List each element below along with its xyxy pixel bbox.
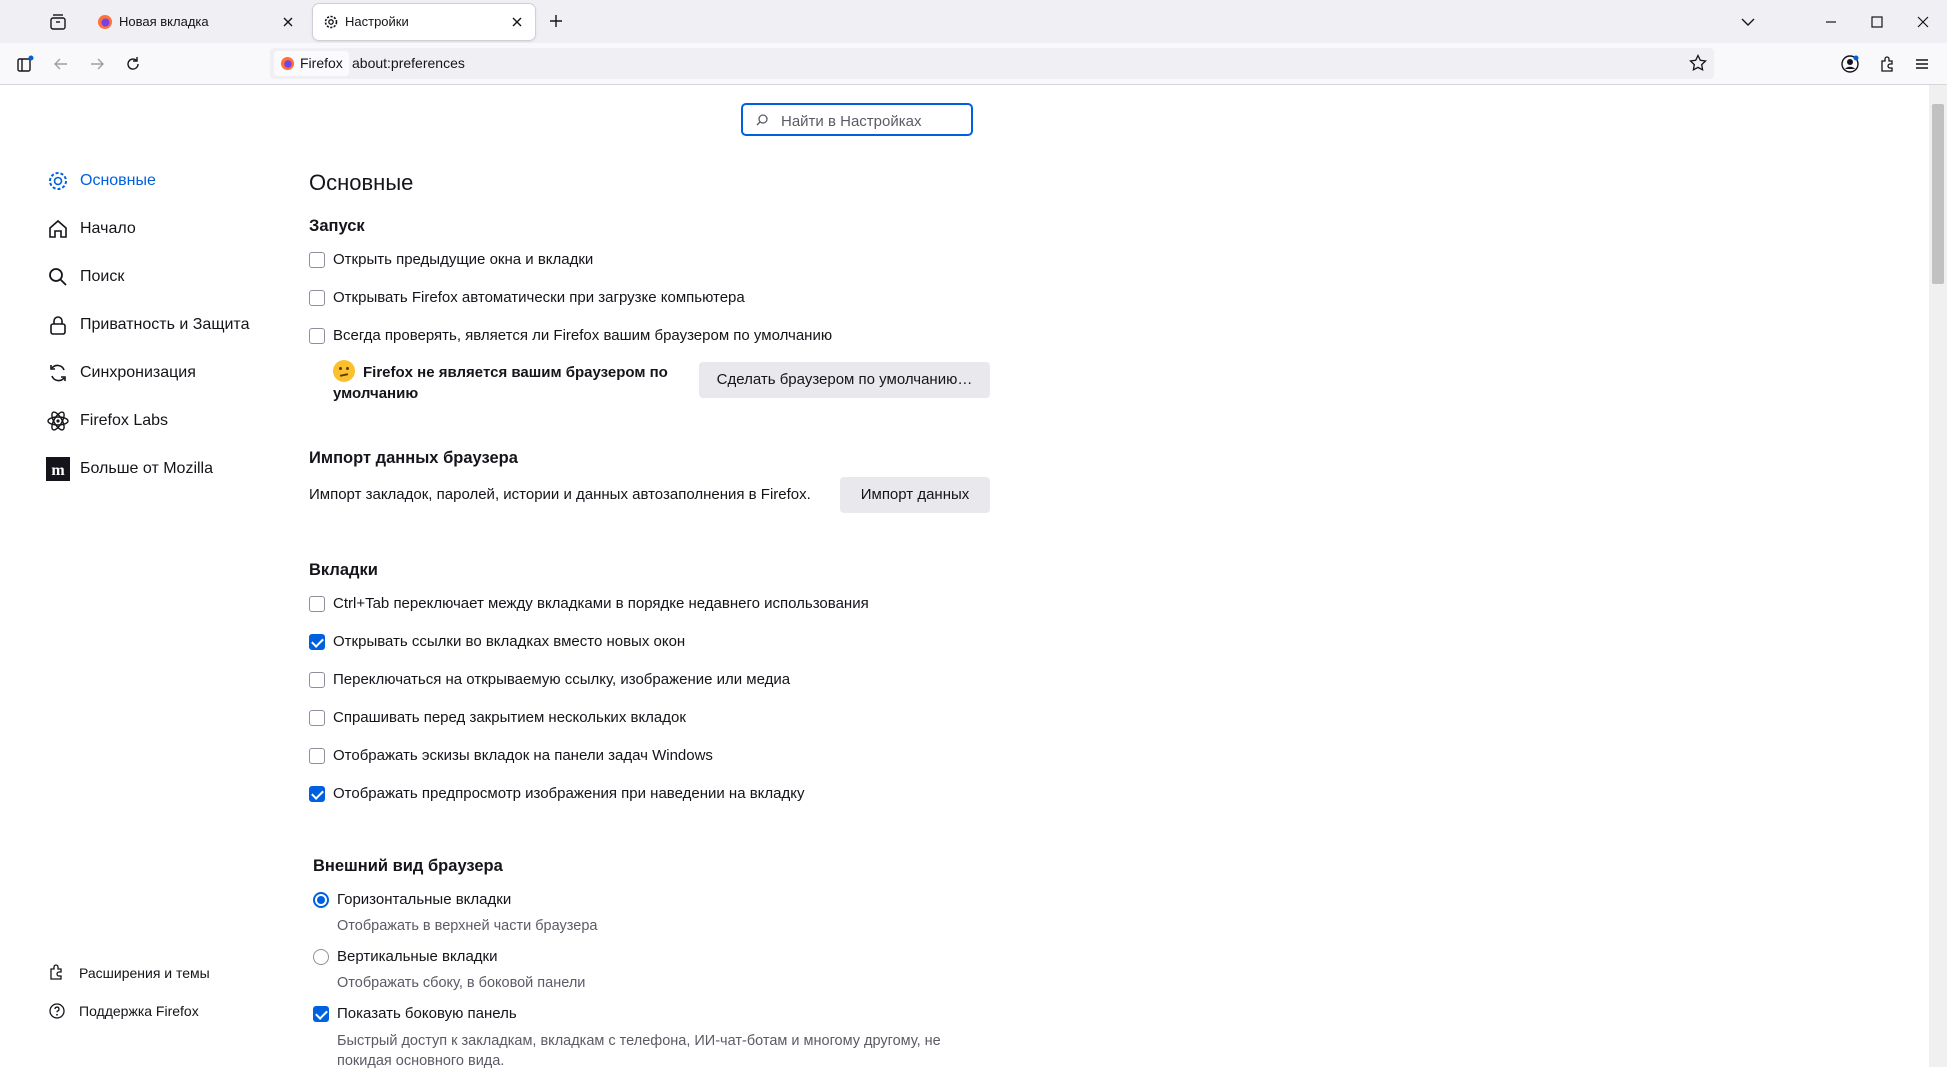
radio-button[interactable] xyxy=(313,949,329,965)
chevron-down-icon[interactable] xyxy=(1737,11,1759,33)
scrollbar-thumb[interactable] xyxy=(1932,104,1944,284)
checkbox-label: Показать боковую панель xyxy=(337,1005,517,1022)
checkbox[interactable] xyxy=(309,328,325,344)
import-description: Импорт закладок, паролей, истории и данн… xyxy=(309,486,811,503)
sidebar-item-labs[interactable]: Firefox Labs xyxy=(46,405,266,437)
sidebar-item-label: Firefox Labs xyxy=(80,412,169,429)
sidebar-item-home[interactable]: Начало xyxy=(46,213,266,245)
settings-search[interactable] xyxy=(741,103,973,136)
sidebar-item-label: Приватность и Защита xyxy=(80,316,250,333)
sidebar-link-support[interactable]: Поддержка Firefox xyxy=(46,999,266,1023)
checkbox[interactable] xyxy=(309,786,325,802)
search-icon xyxy=(756,114,768,126)
checkbox-label: Отображать эскизы вкладок на панели зада… xyxy=(333,747,713,764)
checkbox-label: Открыть предыдущие окна и вкладки xyxy=(333,251,594,268)
sidebar-item-label: Синхронизация xyxy=(80,364,196,381)
svg-text:m: m xyxy=(51,462,65,479)
not-default-message: Firefox не является вашим браузером по у… xyxy=(333,360,693,404)
new-tab-icon[interactable] xyxy=(546,11,566,31)
show-sidebar-description: Быстрый доступ к закладкам, вкладкам с т… xyxy=(337,1033,941,1069)
checkbox-label: Переключаться на открываемую ссылку, изо… xyxy=(333,671,791,688)
checkbox-label: Спрашивать перед закрытием нескольких вк… xyxy=(333,709,686,726)
identity-box[interactable]: Firefox xyxy=(274,51,349,76)
reload-icon[interactable] xyxy=(122,53,144,75)
checkbox[interactable] xyxy=(309,252,325,268)
sidebar-item-label: Больше от Mozilla xyxy=(80,460,214,477)
menu-icon[interactable] xyxy=(1911,53,1933,75)
identity-label: Firefox xyxy=(300,55,343,71)
window-close-icon[interactable] xyxy=(1912,11,1934,33)
tab-strip: Новая вкладка Настройки xyxy=(0,0,1947,43)
forward-icon[interactable] xyxy=(86,53,108,75)
lock-icon xyxy=(50,316,66,335)
checkbox[interactable] xyxy=(309,672,325,688)
checkbox-label: Открывать ссылки во вкладках вместо новы… xyxy=(333,633,686,650)
import-data-button[interactable]: Импорт данных xyxy=(840,477,990,513)
appearance-heading: Внешний вид браузера xyxy=(313,857,503,875)
radio-button[interactable] xyxy=(313,892,329,908)
checkbox-label: Всегда проверять, является ли Firefox ва… xyxy=(333,327,833,344)
extensions-icon xyxy=(50,964,62,980)
import-heading: Импорт данных браузера xyxy=(309,449,518,467)
tab-label: Настройки xyxy=(345,14,409,29)
tab-new-tab[interactable]: Новая вкладка xyxy=(87,4,306,40)
close-icon[interactable] xyxy=(507,12,527,32)
checkbox[interactable] xyxy=(309,634,325,650)
confused-face-icon xyxy=(333,360,355,382)
sidebar-item-general[interactable]: Основные xyxy=(46,165,266,197)
search-icon xyxy=(49,268,67,286)
sidebar-item-label: Начало xyxy=(80,220,136,237)
search-input[interactable] xyxy=(779,109,963,133)
checkbox[interactable] xyxy=(309,596,325,612)
tab-list-icon[interactable] xyxy=(48,12,68,32)
help-icon xyxy=(49,1003,65,1019)
checkbox-label: Ctrl+Tab переключает между вкладками в п… xyxy=(333,595,869,612)
labs-icon xyxy=(47,411,69,431)
account-icon[interactable] xyxy=(1839,53,1861,75)
firefox-icon xyxy=(280,56,295,71)
sidebar-link-label: Расширения и темы xyxy=(79,965,210,981)
mozilla-icon: m xyxy=(46,457,70,481)
sync-icon xyxy=(50,364,66,382)
sidebar-item-privacy[interactable]: Приватность и Защита xyxy=(46,309,266,341)
preferences-page xyxy=(0,85,1947,1067)
sidebar-item-search[interactable]: Поиск xyxy=(46,261,266,293)
sidebar-link-label: Поддержка Firefox xyxy=(79,1003,199,1019)
close-icon[interactable] xyxy=(278,12,298,32)
sidebar-item-mozilla[interactable]: m Больше от Mozilla xyxy=(46,453,266,485)
home-icon xyxy=(49,219,67,238)
extensions-icon[interactable] xyxy=(1876,53,1898,75)
sidebar-toggle-icon[interactable] xyxy=(14,53,36,75)
checkbox[interactable] xyxy=(309,748,325,764)
tab-settings[interactable]: Настройки xyxy=(313,4,535,40)
gear-icon xyxy=(324,15,338,29)
sidebar-item-sync[interactable]: Синхронизация xyxy=(46,357,266,389)
checkbox-label: Отображать предпросмотр изображения при … xyxy=(333,785,805,802)
url-bar[interactable]: Firefox about:preferences xyxy=(270,48,1714,79)
bookmark-star-icon[interactable] xyxy=(1688,53,1708,73)
checkbox[interactable] xyxy=(309,710,325,726)
make-default-button[interactable]: Сделать браузером по умолчанию… xyxy=(699,362,990,398)
sidebar-link-extensions[interactable]: Расширения и темы xyxy=(46,961,266,985)
tabs-heading: Вкладки xyxy=(309,561,378,579)
checkbox-label: Открывать Firefox автоматически при загр… xyxy=(333,289,745,306)
sidebar-item-label: Основные xyxy=(80,172,156,189)
url-text[interactable]: about:preferences xyxy=(352,55,465,71)
checkbox[interactable] xyxy=(309,290,325,306)
tab-label: Новая вкладка xyxy=(119,14,209,29)
radio-label: Горизонтальные вкладки xyxy=(337,891,512,908)
sidebar-item-label: Поиск xyxy=(80,268,125,285)
vertical-tabs-description: Отображать сбоку, в боковой панели xyxy=(337,975,586,991)
startup-heading: Запуск xyxy=(309,217,365,235)
horizontal-tabs-description: Отображать в верхней части браузера xyxy=(337,918,598,934)
maximize-icon[interactable] xyxy=(1866,11,1888,33)
minimize-icon[interactable] xyxy=(1820,11,1842,33)
firefox-icon xyxy=(98,15,112,29)
back-icon[interactable] xyxy=(50,53,72,75)
radio-label: Вертикальные вкладки xyxy=(337,948,498,965)
page-title: Основные xyxy=(309,170,414,195)
checkbox[interactable] xyxy=(313,1006,329,1022)
gear-icon xyxy=(49,172,67,190)
nav-bar: Firefox about:preferences xyxy=(0,43,1947,85)
